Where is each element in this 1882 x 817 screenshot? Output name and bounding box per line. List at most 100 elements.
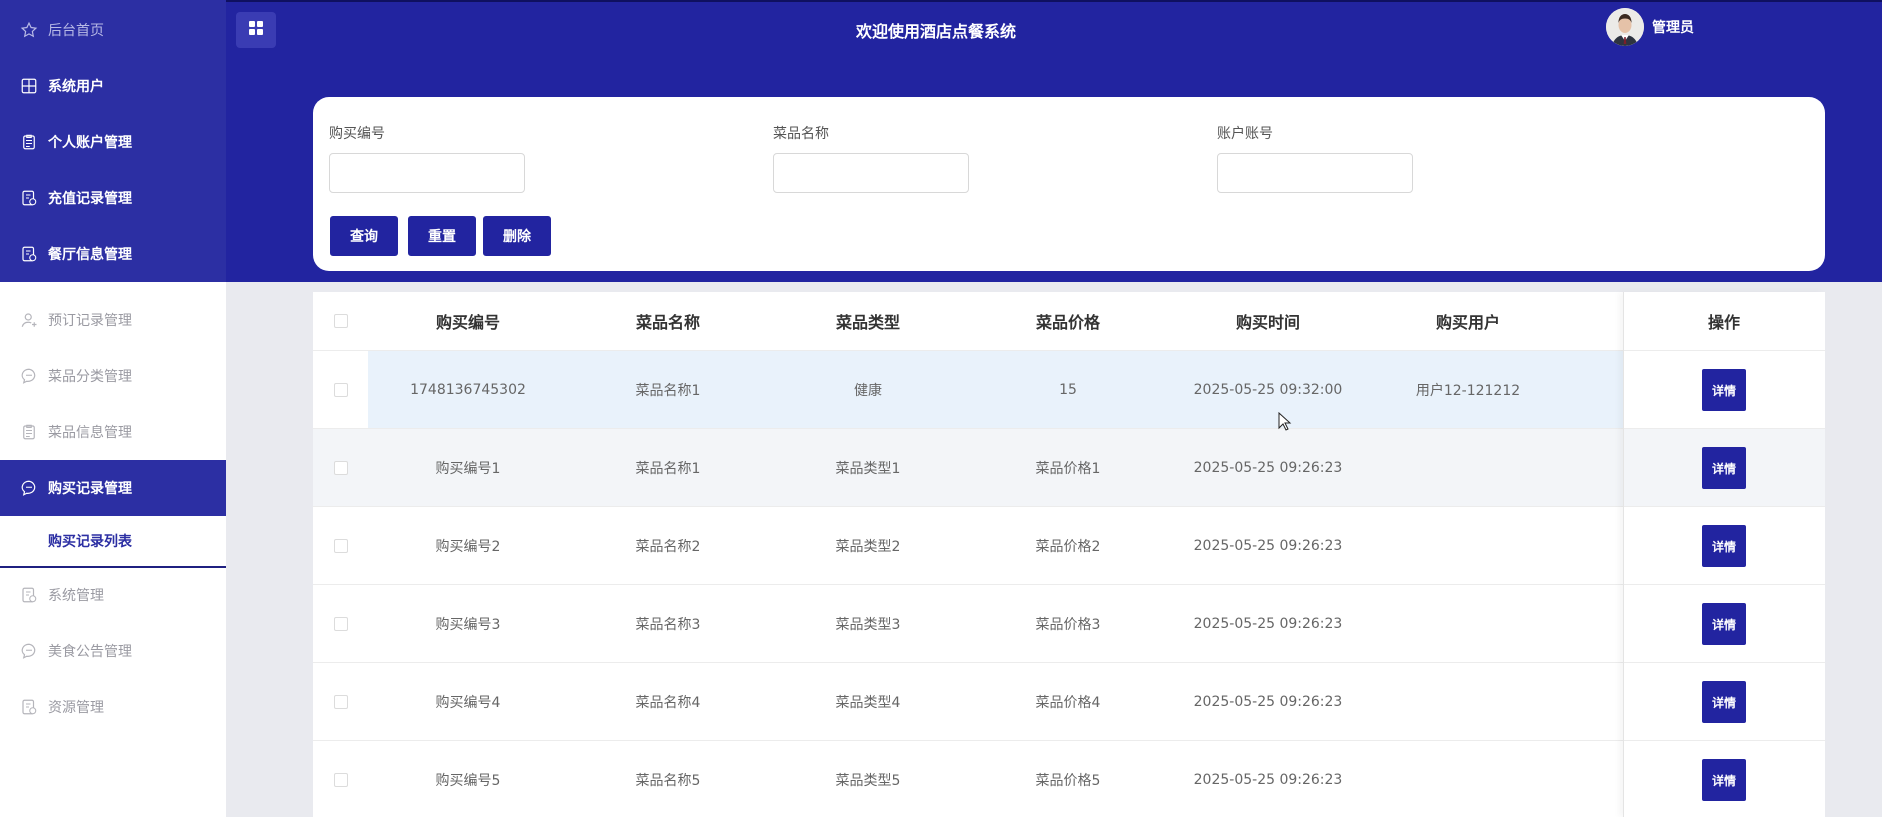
reset-button[interactable]: 重置: [408, 216, 476, 256]
detail-button[interactable]: 详情: [1702, 759, 1746, 801]
sidebar-item-recharge[interactable]: 充值记录管理: [0, 170, 226, 226]
field-label: 购买编号: [329, 126, 385, 142]
table-header: 购买编号 菜品名称 菜品类型 菜品价格 购买时间 购买用户 操作: [313, 292, 1825, 351]
row-checkbox[interactable]: [333, 694, 348, 709]
column-header[interactable]: 购买编号: [368, 292, 568, 350]
avatar: [1606, 8, 1644, 46]
document-icon: [20, 586, 38, 604]
delete-button[interactable]: 删除: [483, 216, 551, 256]
account-input[interactable]: [1217, 153, 1413, 193]
clipboard-icon: [20, 133, 38, 151]
table-cell: 2025-05-25 09:26:23: [1193, 537, 1343, 554]
select-all-cell: [313, 292, 368, 350]
column-header[interactable]: 购买用户: [1368, 292, 1568, 350]
table-cell: 菜品名称1: [635, 382, 701, 399]
table-row[interactable]: 购买编号2 菜品名称2 菜品类型2 菜品价格2 2025-05-25 09:26:23: [313, 507, 1825, 585]
purchase-no-input[interactable]: [329, 153, 525, 193]
mouse-cursor-icon: [1278, 412, 1292, 431]
sidebar-subitem-purchase-list[interactable]: 购买记录列表: [0, 516, 226, 568]
detail-button[interactable]: 详情: [1702, 681, 1746, 723]
table-row[interactable]: 购买编号5 菜品名称5 菜品类型5 菜品价格5 2025-05-25 09:26:23: [313, 741, 1825, 817]
table-cell: 购买编号2: [435, 538, 501, 555]
column-header[interactable]: 菜品类型: [768, 292, 968, 350]
sidebar-item-label: 后台首页: [48, 23, 104, 39]
sidebar-item-restaurant[interactable]: 餐厅信息管理: [0, 226, 226, 282]
query-button[interactable]: 查询: [330, 216, 398, 256]
chat-icon: [20, 479, 38, 497]
table-cell: [1368, 663, 1568, 740]
table-cell: 菜品价格5: [1035, 772, 1101, 789]
dish-name-field: 菜品名称: [773, 123, 969, 193]
user-name: 管理员: [1652, 20, 1694, 36]
sidebar-item-booking[interactable]: 预订记录管理: [0, 292, 226, 348]
field-label: 账户账号: [1217, 126, 1273, 142]
detail-button[interactable]: 详情: [1702, 447, 1746, 489]
sidebar-item-label: 餐厅信息管理: [48, 247, 132, 263]
row-checkbox-cell: [313, 741, 368, 817]
sidebar-item-label: 美食公告管理: [48, 644, 132, 660]
account-field: 账户账号: [1217, 123, 1413, 193]
star-icon: [20, 21, 38, 39]
app-title: 欢迎使用酒店点餐系统: [855, 22, 1016, 41]
sidebar-item-system-users[interactable]: 系统用户: [0, 58, 226, 114]
table-row[interactable]: 购买编号4 菜品名称4 菜品类型4 菜品价格4 2025-05-25 09:26:23: [313, 663, 1825, 741]
table-cell: 菜品名称1: [635, 460, 701, 477]
sidebar-item-label: 充值记录管理: [48, 191, 132, 207]
sidebar-item-purchase[interactable]: 购买记录管理: [0, 460, 226, 516]
select-all-checkbox[interactable]: [333, 314, 348, 328]
sidebar-item-dish-category[interactable]: 菜品分类管理: [0, 348, 226, 404]
table-cell: 菜品价格1: [1035, 460, 1101, 477]
detail-button[interactable]: 详情: [1702, 525, 1746, 567]
column-header[interactable]: 菜品价格: [968, 292, 1168, 350]
purchase-no-field: 购买编号: [329, 123, 525, 193]
field-label: 菜品名称: [773, 126, 829, 142]
sidebar-item-home[interactable]: 后台首页: [0, 2, 226, 58]
document-icon: [20, 698, 38, 716]
table-cell: 用户12-121212: [1415, 382, 1521, 399]
user-icon: [20, 311, 38, 329]
detail-button[interactable]: 详情: [1702, 603, 1746, 645]
table-cell: 菜品价格4: [1035, 694, 1101, 711]
row-checkbox-cell: [313, 663, 368, 740]
sidebar-item-resources[interactable]: 资源管理: [0, 679, 226, 735]
sidebar: 后台首页 系统用户 个人账户管理 充值记录管理 餐厅信息管理 预订记录管理 菜品…: [0, 0, 226, 817]
sidebar-item-personal-account[interactable]: 个人账户管理: [0, 114, 226, 170]
table-row[interactable]: 购买编号1 菜品名称1 菜品类型1 菜品价格1 2025-05-25 09:26:23: [313, 429, 1825, 507]
document-icon: [20, 245, 38, 263]
table-cell: 2025-05-25 09:26:23: [1193, 693, 1343, 710]
table-cell: 15: [1059, 381, 1077, 398]
row-checkbox[interactable]: [333, 772, 348, 787]
table-cell: 健康: [854, 382, 882, 399]
document-icon: [20, 189, 38, 207]
sidebar-item-label: 预订记录管理: [48, 313, 132, 329]
sidebar-item-label: 菜品分类管理: [48, 369, 132, 385]
table-cell: [1368, 507, 1568, 584]
column-header[interactable]: 购买时间: [1168, 292, 1368, 350]
clipboard-icon: [20, 423, 38, 441]
table-cell: 菜品名称5: [635, 772, 701, 789]
table-cell: 1748136745302: [410, 381, 526, 398]
table-cell: 菜品名称3: [635, 616, 701, 633]
row-checkbox[interactable]: [333, 460, 348, 475]
sidebar-item-food-notice[interactable]: 美食公告管理: [0, 623, 226, 679]
table-cell: 菜品价格2: [1035, 538, 1101, 555]
row-checkbox[interactable]: [333, 382, 348, 397]
column-header[interactable]: 菜品名称: [568, 292, 768, 350]
user-menu[interactable]: 管理员: [1606, 8, 1694, 46]
row-checkbox[interactable]: [333, 538, 348, 553]
sidebar-item-label: 购买记录管理: [48, 481, 132, 497]
table-cell: [1368, 429, 1568, 506]
sidebar-item-system[interactable]: 系统管理: [0, 567, 226, 623]
chat-icon: [20, 642, 38, 660]
table-cell: 2025-05-25 09:26:23: [1193, 459, 1343, 476]
table-row[interactable]: 1748136745302 菜品名称1 健康 15 2025-05-25 09:32:0…: [313, 351, 1825, 429]
sidebar-item-dish-info[interactable]: 菜品信息管理: [0, 404, 226, 460]
detail-button[interactable]: 详情: [1702, 369, 1746, 411]
sidebar-item-label: 资源管理: [48, 700, 104, 716]
row-checkbox[interactable]: [333, 616, 348, 631]
row-checkbox-cell: [313, 507, 368, 584]
table-cell: 2025-05-25 09:26:23: [1193, 615, 1343, 632]
table-cell: 2025-05-25 09:26:23: [1193, 771, 1343, 788]
dish-name-input[interactable]: [773, 153, 969, 193]
table-row[interactable]: 购买编号3 菜品名称3 菜品类型3 菜品价格3 2025-05-25 09:26:23: [313, 585, 1825, 663]
